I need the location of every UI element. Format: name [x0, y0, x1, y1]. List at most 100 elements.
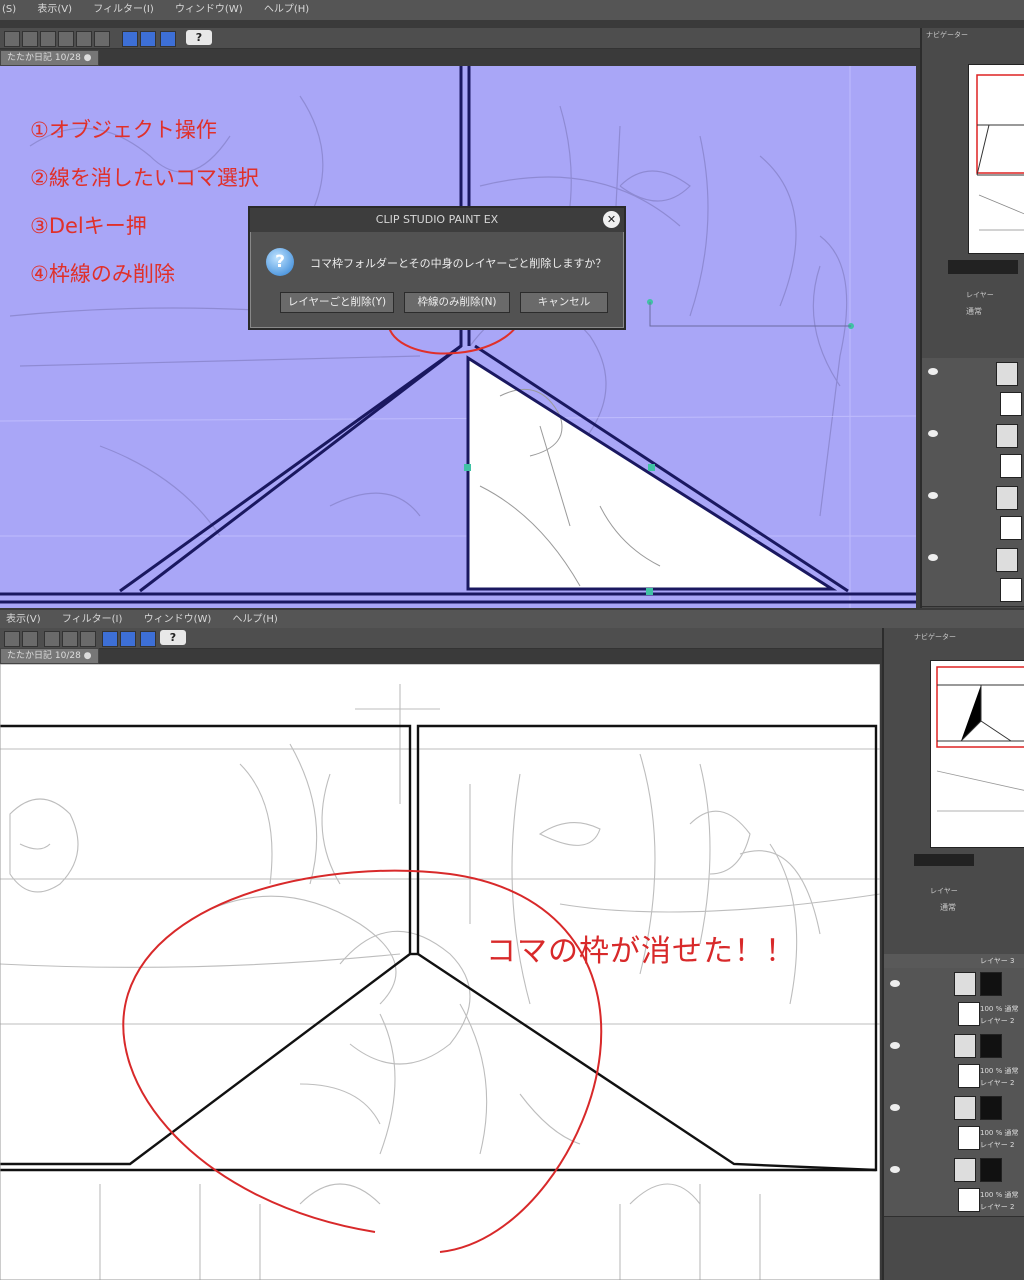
- menu-item-filter[interactable]: フィルター(I): [93, 4, 154, 15]
- folder-thumbnail: [996, 548, 1018, 572]
- menu-item[interactable]: (S): [2, 4, 16, 15]
- question-icon: ?: [266, 248, 294, 276]
- menu-item-view[interactable]: 表示(V): [6, 614, 41, 625]
- layer-name: レイヤー 3: [980, 957, 1015, 965]
- layer-thumbnail: [958, 1126, 980, 1150]
- fill-icon[interactable]: [76, 31, 92, 47]
- layer-row[interactable]: [922, 358, 1024, 421]
- canvas-drawing: [0, 664, 880, 1280]
- layer-row[interactable]: 100 % 通常 レイヤー 2: [884, 1030, 1024, 1093]
- layer-tab[interactable]: レイヤー: [930, 886, 958, 896]
- navigator-label: ナビゲーター: [914, 633, 956, 641]
- zoom-slider[interactable]: [948, 260, 1018, 274]
- blend-mode-select[interactable]: 通常: [940, 902, 956, 913]
- eye-icon[interactable]: [890, 1166, 900, 1173]
- menu-item-window[interactable]: ウィンドウ(W): [144, 614, 212, 625]
- layer-info: 100 % 通常: [980, 1191, 1019, 1199]
- ruler-snap-icon[interactable]: [102, 631, 118, 647]
- folder-thumbnail: [996, 362, 1018, 386]
- blend-mode-select[interactable]: 通常: [966, 306, 982, 317]
- undo-icon[interactable]: [4, 31, 20, 47]
- navigator-thumbnail[interactable]: [930, 660, 1024, 848]
- delete-frame-only-button[interactable]: 枠線のみ削除(N): [404, 292, 510, 313]
- layer-row[interactable]: 100 % 通常 レイヤー 2: [884, 968, 1024, 1031]
- mask-thumbnail: [980, 1096, 1002, 1120]
- canvas-area[interactable]: コマの枠が消せた！！: [0, 664, 880, 1280]
- annotation-step-4: ④枠線のみ削除: [30, 262, 175, 286]
- layer-row[interactable]: レイヤー 3: [884, 954, 1024, 969]
- document-tab[interactable]: たたか日記 10/28 ●: [0, 50, 99, 66]
- dialog-message: コマ枠フォルダーとその中身のレイヤーごと削除しますか？: [310, 257, 607, 270]
- document-tab[interactable]: たたか日記 10/28 ●: [0, 648, 99, 664]
- close-icon[interactable]: ✕: [603, 211, 620, 228]
- annotation-step-2: ②線を消したいコマ選択: [30, 166, 259, 190]
- navigator-preview: [936, 666, 1024, 812]
- zoom-slider[interactable]: [914, 854, 974, 866]
- transform-icon[interactable]: [40, 31, 56, 47]
- mask-thumbnail: [980, 1158, 1002, 1182]
- delete-with-layers-button[interactable]: レイヤーごと削除(Y): [280, 292, 394, 313]
- layer-row[interactable]: 100 % 通常 レイヤー 2: [884, 1154, 1024, 1217]
- layer-name: レイヤー 2: [980, 1079, 1015, 1087]
- layer-row[interactable]: 100 % 通常 レイヤー 2: [884, 1092, 1024, 1155]
- grid-snap-icon[interactable]: [160, 31, 176, 47]
- help-button[interactable]: ?: [186, 30, 212, 45]
- mask-thumbnail: [980, 972, 1002, 996]
- folder-thumbnail: [954, 1034, 976, 1058]
- menu-item-help[interactable]: ヘルプ(H): [264, 4, 309, 15]
- eye-icon[interactable]: [928, 492, 938, 499]
- navigator-thumbnail[interactable]: [968, 64, 1024, 254]
- delete-confirm-dialog: CLIP STUDIO PAINT EX ✕ ? コマ枠フォルダーとその中身のレ…: [248, 206, 626, 330]
- grid-snap-icon[interactable]: [140, 631, 156, 647]
- menu-bar: (S) 表示(V) フィルター(I) ウィンドウ(W) ヘルプ(H): [0, 0, 1024, 20]
- layer-thumbnail: [958, 1188, 980, 1212]
- clear-icon[interactable]: [58, 31, 74, 47]
- eye-icon[interactable]: [928, 554, 938, 561]
- menu-item-help[interactable]: ヘルプ(H): [232, 614, 277, 625]
- clear-icon[interactable]: [4, 631, 20, 647]
- navigator-label: ナビゲーター: [926, 31, 968, 39]
- menu-item-view[interactable]: 表示(V): [37, 4, 72, 15]
- eye-icon[interactable]: [928, 430, 938, 437]
- ruler-snap-icon[interactable]: [122, 31, 138, 47]
- layer-row[interactable]: [922, 420, 1024, 483]
- eye-icon[interactable]: [928, 368, 938, 375]
- layer-info: 100 % 通常: [980, 1005, 1019, 1013]
- menu-item-window[interactable]: ウィンドウ(W): [175, 4, 243, 15]
- transform-icon[interactable]: [22, 631, 38, 647]
- special-ruler-snap-icon[interactable]: [140, 31, 156, 47]
- dialog-title: CLIP STUDIO PAINT EX: [250, 208, 624, 232]
- folder-thumbnail: [996, 486, 1018, 510]
- folder-thumbnail: [954, 1096, 976, 1120]
- cancel-button[interactable]: キャンセル: [520, 292, 608, 313]
- layer-tab[interactable]: レイヤー: [966, 290, 994, 300]
- menu-item-filter[interactable]: フィルター(I): [62, 614, 123, 625]
- layer-row[interactable]: [922, 482, 1024, 545]
- layer-thumbnail: [1000, 516, 1022, 540]
- bottom-screenshot: 表示(V) フィルター(I) ウィンドウ(W) ヘルプ(H) ? たたか日記 1…: [0, 608, 1024, 1280]
- help-button[interactable]: ?: [160, 630, 186, 645]
- snap-icon[interactable]: [94, 31, 110, 47]
- eye-icon[interactable]: [890, 980, 900, 987]
- snap-icon[interactable]: [80, 631, 96, 647]
- top-screenshot: (S) 表示(V) フィルター(I) ウィンドウ(W) ヘルプ(H) ? たたか…: [0, 0, 1024, 608]
- folder-thumbnail: [954, 1158, 976, 1182]
- layer-name: レイヤー 2: [980, 1141, 1015, 1149]
- command-bar: ?: [0, 628, 884, 649]
- eye-icon[interactable]: [890, 1104, 900, 1111]
- redo-icon[interactable]: [22, 31, 38, 47]
- layer-name: レイヤー 2: [980, 1203, 1015, 1211]
- canvas-area[interactable]: ①オブジェクト操作 ②線を消したいコマ選択 ③Delキー押 ④枠線のみ削除: [0, 66, 916, 608]
- navigator-preview: [976, 74, 1024, 231]
- outline-icon[interactable]: [62, 631, 78, 647]
- menu-bar: 表示(V) フィルター(I) ウィンドウ(W) ヘルプ(H): [0, 610, 1024, 630]
- layer-row[interactable]: [922, 544, 1024, 607]
- result-annotation: コマの枠が消せた！！: [486, 934, 796, 969]
- right-panel: ナビゲーター レイヤー 通常 レイヤー 3 100 % 通常 レイヤー 2 10…: [882, 628, 1024, 1280]
- eye-icon[interactable]: [890, 1042, 900, 1049]
- layer-thumbnail: [1000, 454, 1022, 478]
- special-ruler-snap-icon[interactable]: [120, 631, 136, 647]
- fill-icon[interactable]: [44, 631, 60, 647]
- layer-info: 100 % 通常: [980, 1067, 1019, 1075]
- canvas-drawing: [0, 66, 916, 608]
